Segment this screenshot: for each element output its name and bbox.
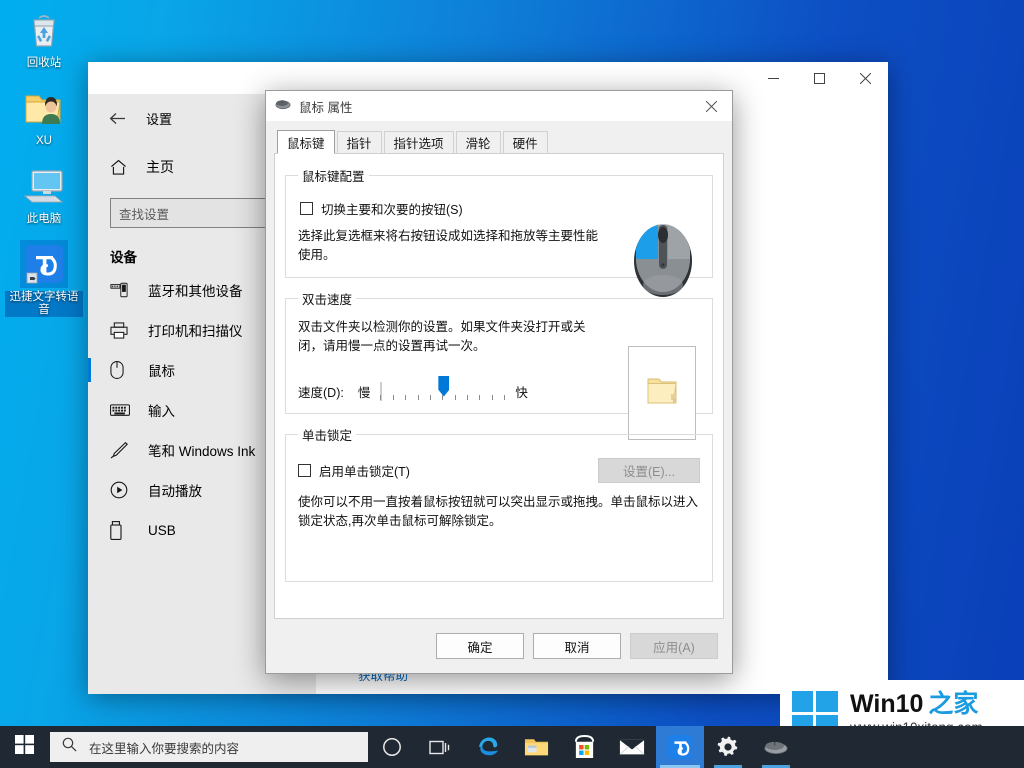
sidebar-item-label: 鼠标: [148, 360, 175, 380]
desktop-icon-this-pc[interactable]: 此电脑: [4, 162, 84, 226]
click-lock-label: 启用单击锁定(T): [319, 461, 410, 480]
tab-panel-buttons: 鼠标键配置 切换主要和次要的按钮(S) 选择此复选框来将右按钮设成如选择和拖放等…: [274, 153, 724, 619]
mouse-icon: [110, 361, 134, 379]
double-click-description: 双击文件夹以检测你的设置。如果文件夹没打开或关闭，请用慢一点的设置再试一次。: [298, 318, 588, 356]
sidebar-item-label: 打印机和扫描仪: [148, 320, 243, 340]
desktop-icon-label: 回收站: [27, 57, 62, 70]
mouse-properties-icon[interactable]: [752, 726, 800, 768]
sidebar-item-label: 自动播放: [148, 480, 202, 500]
slider-ticks: [380, 395, 505, 400]
desktop-icon-label: XU: [36, 135, 52, 148]
taskbar[interactable]: 在这里输入你要搜索的内容: [0, 726, 1024, 768]
double-click-legend: 双击速度: [298, 289, 356, 308]
apply-button[interactable]: 应用(A): [630, 633, 718, 659]
button-config-description: 选择此复选框来将右按钮设成如选择和拖放等主要性能使用。: [298, 227, 598, 265]
xunjie-tts-icon[interactable]: [656, 726, 704, 768]
watermark-brand: Win10: [850, 690, 923, 718]
cortana-icon[interactable]: [368, 726, 416, 768]
desktop-icon-label: 此电脑: [27, 213, 62, 226]
dialog-close-button[interactable]: [690, 91, 732, 121]
settings-window-title: 设置: [146, 109, 172, 128]
speed-fast-label: 快: [515, 382, 528, 401]
watermark-brand-suffix: 之家: [928, 690, 978, 718]
tab-pointers[interactable]: 指针: [337, 131, 382, 153]
folder-icon[interactable]: [645, 375, 679, 412]
file-explorer-icon[interactable]: [512, 726, 560, 768]
settings-search-placeholder: 查找设置: [119, 204, 169, 223]
swap-buttons-checkbox[interactable]: [300, 202, 313, 215]
recycle-bin-icon: [20, 6, 68, 54]
dialog-title: 鼠标 属性: [299, 97, 352, 116]
sidebar-item-label: USB: [148, 523, 176, 538]
tab-hardware[interactable]: 硬件: [503, 131, 548, 153]
click-lock-group: 单击锁定 启用单击锁定(T) 设置(E)... 使你可以不用一直按着鼠标按钮就可…: [285, 425, 713, 582]
settings-maximize-button[interactable]: [796, 62, 842, 94]
mouse-properties-dialog[interactable]: 鼠标 属性 鼠标键 指针 指针选项 滑轮 硬件 鼠标键配置 切换主要和次要: [265, 90, 733, 674]
mail-icon[interactable]: [608, 726, 656, 768]
start-button[interactable]: [0, 726, 48, 768]
swap-buttons-label: 切换主要和次要的按钮(S): [321, 199, 463, 218]
user-folder-icon: [20, 84, 68, 132]
autoplay-icon: [110, 481, 134, 499]
ok-button[interactable]: 确定: [436, 633, 524, 659]
speed-slow-label: 慢: [358, 382, 371, 401]
edge-browser-icon[interactable]: [464, 726, 512, 768]
printer-icon: [110, 322, 134, 339]
xunjie-tts-icon: [20, 240, 68, 288]
click-lock-legend: 单击锁定: [298, 425, 356, 444]
settings-minimize-button[interactable]: [750, 62, 796, 94]
sidebar-item-label: 输入: [148, 400, 175, 420]
this-pc-icon: [20, 162, 68, 210]
desktop-icon-user-folder[interactable]: XU: [4, 84, 84, 148]
tab-pointer-options[interactable]: 指针选项: [384, 131, 454, 153]
keyboard-icon: [110, 403, 134, 417]
speed-label: 速度(D):: [298, 382, 344, 401]
double-click-group: 双击速度 双击文件夹以检测你的设置。如果文件夹没打开或关闭，请用慢一点的设置再试…: [285, 289, 713, 414]
task-view-icon[interactable]: [416, 726, 464, 768]
click-lock-row: 启用单击锁定(T) 设置(E)...: [298, 458, 700, 483]
search-icon: [62, 737, 77, 757]
taskbar-search-input[interactable]: 在这里输入你要搜索的内容: [50, 732, 368, 762]
mouse-icon: [275, 97, 291, 115]
cancel-button[interactable]: 取消: [533, 633, 621, 659]
tab-buttons[interactable]: 鼠标键: [277, 130, 335, 154]
slider-thumb[interactable]: [438, 376, 449, 397]
button-config-group: 鼠标键配置 切换主要和次要的按钮(S) 选择此复选框来将右按钮设成如选择和拖放等…: [285, 166, 713, 278]
dialog-footer: 确定 取消 应用(A): [266, 619, 732, 673]
windows-logo-icon: [15, 735, 34, 759]
desktop-icon-xunjie-tts[interactable]: 迅捷文字转语音: [4, 240, 84, 317]
desktop-icon-label: 迅捷文字转语音: [5, 291, 83, 317]
dialog-titlebar[interactable]: 鼠标 属性: [266, 91, 732, 121]
click-lock-description: 使你可以不用一直按着鼠标按钮就可以突出显示或拖拽。单击鼠标以进入锁定状态,再次单…: [298, 493, 700, 531]
desktop[interactable]: 回收站 XU: [0, 0, 1024, 768]
desktop-icon-list: 回收站 XU: [0, 6, 88, 331]
microsoft-store-icon[interactable]: [560, 726, 608, 768]
desktop-icon-recycle-bin[interactable]: 回收站: [4, 6, 84, 70]
button-config-legend: 鼠标键配置: [298, 166, 369, 185]
bluetooth-device-icon: [110, 282, 134, 298]
settings-close-button[interactable]: [842, 62, 888, 94]
pen-icon: [110, 441, 134, 459]
click-lock-settings-button[interactable]: 设置(E)...: [598, 458, 700, 483]
click-lock-checkbox[interactable]: [298, 464, 311, 477]
sidebar-item-label: 蓝牙和其他设备: [148, 280, 243, 300]
sidebar-item-home-label: 主页: [146, 157, 174, 177]
sidebar-item-label: 笔和 Windows Ink: [148, 440, 255, 460]
usb-icon: [110, 521, 134, 540]
dialog-inner: 鼠标键 指针 指针选项 滑轮 硬件 鼠标键配置 切换主要和次要的按钮(S) 选择…: [266, 121, 732, 619]
back-arrow-icon[interactable]: [102, 104, 132, 132]
settings-gear-icon[interactable]: [704, 726, 752, 768]
dialog-tabstrip[interactable]: 鼠标键 指针 指针选项 滑轮 硬件: [274, 129, 724, 153]
taskbar-search-placeholder: 在这里输入你要搜索的内容: [89, 738, 239, 757]
home-icon: [110, 159, 132, 176]
tab-wheel[interactable]: 滑轮: [456, 131, 501, 153]
double-click-speed-slider[interactable]: [380, 383, 505, 401]
